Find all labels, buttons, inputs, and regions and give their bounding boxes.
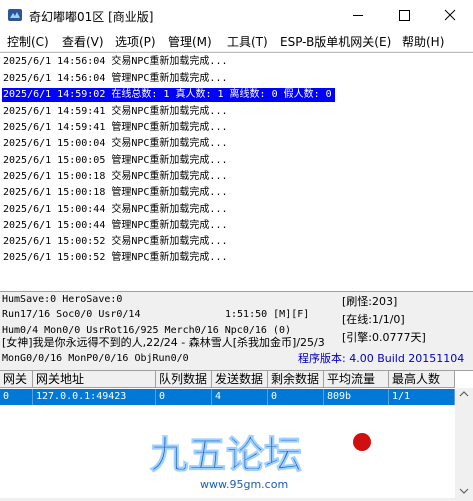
column-header[interactable]: 发送数据	[212, 371, 268, 388]
minimize-icon	[353, 15, 363, 16]
menu-options[interactable]: 选项(P)	[115, 33, 156, 50]
log-line: 2025/6/1 14:59:41 管理NPC重新加载完成...	[3, 122, 228, 133]
menu-control[interactable]: 控制(C)	[7, 33, 49, 50]
menu-manage[interactable]: 管理(M)	[168, 33, 212, 50]
table-cell: 1/1	[389, 389, 455, 405]
log-line: 2025/6/1 14:56:04 管理NPC重新加载完成...	[3, 73, 228, 84]
table-cell: 4	[212, 389, 268, 405]
close-button[interactable]	[427, 0, 473, 31]
minimize-button[interactable]	[335, 0, 381, 31]
build-version: 程序版本: 4.00 Build 20151104	[298, 352, 465, 365]
status-notice: [女神]我是你永远得不到的人,22/24 - 森林雪人[杀我加金币]/25/3	[2, 336, 325, 349]
table-cell: 0	[268, 389, 324, 405]
app-icon	[8, 9, 22, 21]
log-line: 2025/6/1 15:00:04 交易NPC重新加载完成...	[3, 138, 228, 149]
column-header[interactable]: 网关	[0, 371, 33, 388]
log-line: 2025/6/1 14:56:04 交易NPC重新加载完成...	[3, 56, 228, 67]
column-header[interactable]: 最高人数	[389, 371, 455, 388]
watermark-url: www.95gm.com	[200, 478, 288, 491]
table-cell: 127.0.0.1:49423	[33, 389, 156, 405]
maximize-button[interactable]	[381, 0, 427, 31]
table-cell: 0	[0, 389, 33, 405]
log-line: 2025/6/1 15:00:44 交易NPC重新加载完成...	[3, 204, 228, 215]
window-title: 奇幻嘟嘟01区 [商业版]	[29, 10, 154, 24]
log-panel[interactable]: 2025/6/1 14:56:04 交易NPC重新加载完成... 2025/6/…	[0, 52, 473, 291]
status-panel: HumSave:0 HeroSave:0 [刷怪:203] Run17/16 S…	[0, 291, 473, 371]
log-line: 2025/6/1 14:59:41 交易NPC重新加载完成...	[3, 106, 228, 117]
close-icon	[444, 9, 456, 21]
menu-view[interactable]: 查看(V)	[62, 33, 104, 50]
log-line: 2025/6/1 15:00:52 管理NPC重新加载完成...	[3, 252, 228, 263]
status-mon: MonG0/0/16 MonP0/0/16 ObjRun0/0	[2, 353, 189, 364]
status-clock: 1:51:50 [M][F]	[225, 309, 310, 320]
menu-gateway[interactable]: ESP-B版单机网关(E)	[280, 33, 391, 50]
title-bar: 奇幻嘟嘟01区 [商业版]	[0, 0, 473, 31]
forum-watermark-logo: 九五论坛 www.95gm.com	[150, 433, 371, 491]
menu-tools[interactable]: 工具(T)	[227, 33, 268, 50]
vertical-scrollbar[interactable]	[455, 388, 473, 498]
log-line: 2025/6/1 15:00:52 交易NPC重新加载完成...	[3, 236, 228, 247]
table-cell: 0	[156, 389, 212, 405]
column-header[interactable]: 平均流量	[324, 371, 389, 388]
menu-bar: 控制(C) 查看(V) 选项(P) 管理(M) 工具(T) ESP-B版单机网关…	[0, 31, 473, 51]
column-header[interactable]: 网关地址	[33, 371, 156, 388]
status-engine: [引擎:0.0777天]	[342, 331, 426, 344]
log-line: 2025/6/1 15:00:18 管理NPC重新加载完成...	[3, 187, 228, 198]
column-header[interactable]: 队列数据	[156, 371, 212, 388]
log-line: 2025/6/1 15:00:18 交易NPC重新加载完成...	[3, 171, 228, 182]
status-refresh: [刷怪:203]	[342, 295, 398, 308]
log-line-selected: 2025/6/1 14:59:02 在线总数: 1 真人数: 1 离线数: 0 …	[2, 88, 335, 102]
status-run: Run17/16 Soc0/0 Usr0/14	[2, 309, 141, 320]
status-save: HumSave:0 HeroSave:0	[2, 294, 123, 305]
table-row[interactable]: 0 127.0.0.1:49423 0 4 0 809b 1/1	[0, 389, 455, 405]
log-line: 2025/6/1 15:00:05 管理NPC重新加载完成...	[3, 155, 228, 166]
watermark-brand: 九五论坛	[150, 433, 302, 477]
scroll-arrows-icon	[459, 391, 469, 494]
status-online: [在线:1/1/0]	[342, 313, 405, 326]
table-cell: 809b	[324, 389, 389, 405]
seal-icon	[353, 433, 371, 451]
column-header[interactable]: 剩余数据	[268, 371, 324, 388]
menu-help[interactable]: 帮助(H)	[402, 33, 444, 50]
maximize-icon	[399, 10, 410, 21]
log-line: 2025/6/1 15:00:44 管理NPC重新加载完成...	[3, 220, 228, 231]
